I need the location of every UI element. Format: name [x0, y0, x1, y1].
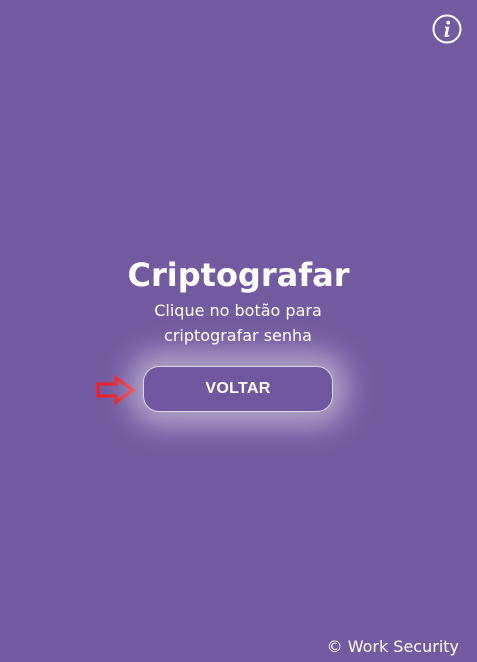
info-circle-icon: [432, 14, 462, 44]
info-button[interactable]: [432, 14, 462, 44]
subtitle-line-2: criptografar senha: [164, 326, 312, 345]
page-title: Criptografar: [127, 256, 350, 294]
back-button[interactable]: VOLTAR: [143, 366, 333, 412]
subtitle-line-1: Clique no botão para: [154, 301, 322, 320]
copyright-footer: © Work Security: [326, 637, 459, 656]
right-arrow-icon: [95, 375, 137, 405]
subtitle: Clique no botão para criptografar senha: [118, 298, 358, 348]
